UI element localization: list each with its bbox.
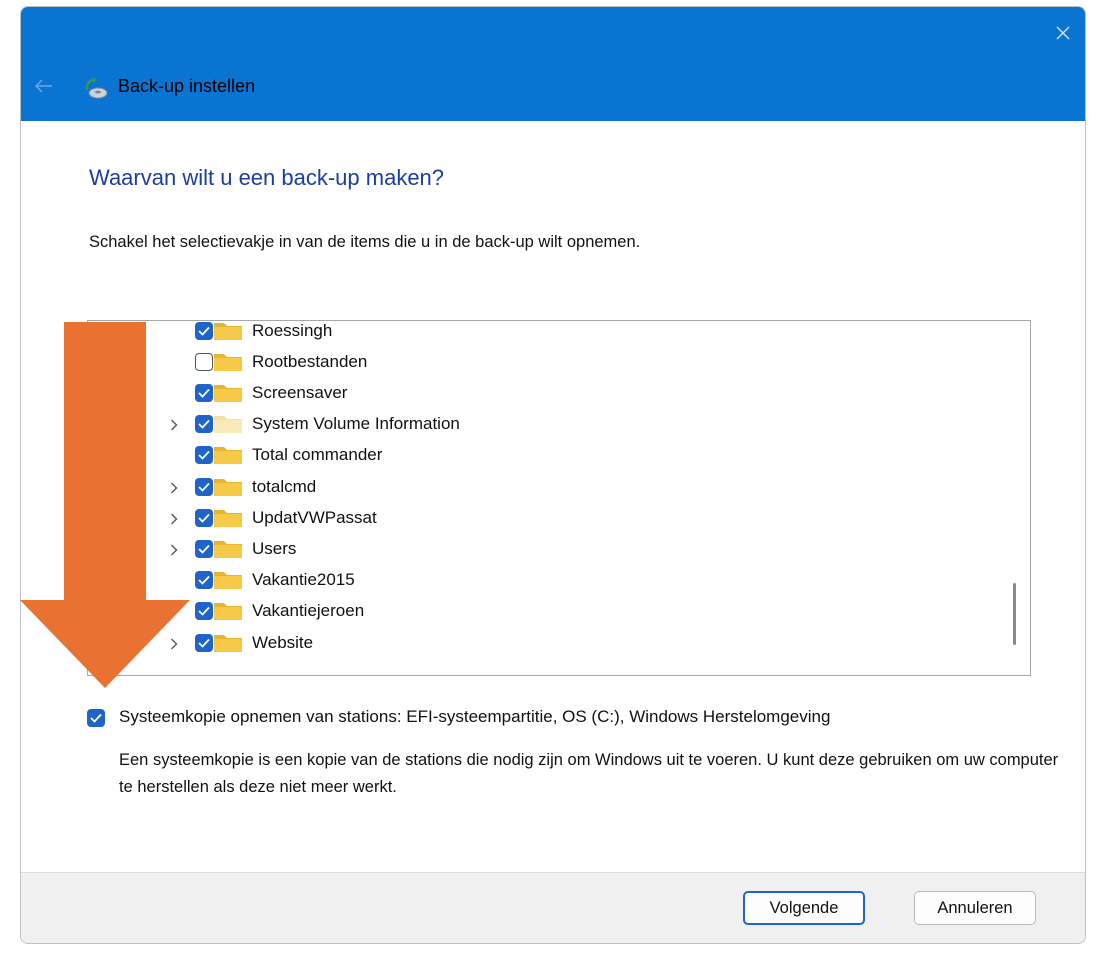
folder-icon: [214, 479, 242, 496]
tree-item[interactable]: Website: [88, 629, 988, 657]
tree-item[interactable]: Rootbestanden: [88, 348, 988, 376]
tree-item-label: Vakantie2015: [252, 570, 355, 589]
close-button[interactable]: [1045, 15, 1081, 51]
folder-icon: [214, 447, 242, 464]
tree-item[interactable]: Vakantie2015: [88, 566, 988, 594]
tree-item[interactable]: Total commander: [88, 441, 988, 469]
tree-item-label: Rootbestanden: [252, 352, 368, 371]
tree-item-label: UpdatVWPassat: [252, 508, 377, 527]
tree-item-label: Screensaver: [252, 383, 348, 402]
tree-item[interactable]: Vakantiejeroen: [88, 597, 988, 625]
tree-item-label: Vakantiejeroen: [252, 601, 365, 620]
next-button[interactable]: Volgende: [743, 891, 865, 925]
folder-icon: [214, 416, 242, 433]
tree-item-label: Roessingh: [252, 321, 333, 340]
tree-scrollbar[interactable]: [1013, 583, 1016, 645]
tree-item[interactable]: Screensaver: [88, 379, 988, 407]
checkmark-icon: [90, 713, 102, 723]
annotation-arrow: [20, 322, 190, 688]
folder-icon: [214, 510, 242, 527]
tree-item[interactable]: System Volume Information: [88, 410, 988, 438]
cancel-button[interactable]: Annuleren: [914, 891, 1036, 925]
folder-icon: [214, 354, 242, 371]
folder-icon: [214, 635, 242, 652]
tree-item-label: Users: [252, 539, 297, 558]
folder-icon: [214, 385, 242, 402]
folder-tree[interactable]: Roessingh Rootbestanden Screensaver System …: [87, 320, 1031, 676]
tree-item[interactable]: totalcmd: [88, 473, 988, 501]
tree-item-label: System Volume Information: [252, 414, 460, 433]
system-image-description: Een systeemkopie is een kopie van de sta…: [119, 751, 1059, 796]
tree-item-label: Website: [252, 633, 314, 652]
folder-icon: [214, 323, 242, 340]
folder-icon: [214, 603, 242, 620]
system-image-checkbox[interactable]: [87, 709, 105, 727]
system-image-label: Systeemkopie opnemen van stations: EFI-s…: [119, 707, 831, 726]
tree-item[interactable]: Roessingh: [88, 321, 988, 345]
tree-item-label: totalcmd: [252, 477, 317, 496]
tree-item-label: Total commander: [252, 445, 383, 464]
tree-item[interactable]: UpdatVWPassat: [88, 504, 988, 532]
folder-icon: [214, 572, 242, 589]
folder-icon: [214, 541, 242, 558]
tree-item[interactable]: Users: [88, 535, 988, 563]
close-icon: [1056, 26, 1070, 40]
dialog-footer: Volgende Annuleren: [21, 872, 1085, 943]
